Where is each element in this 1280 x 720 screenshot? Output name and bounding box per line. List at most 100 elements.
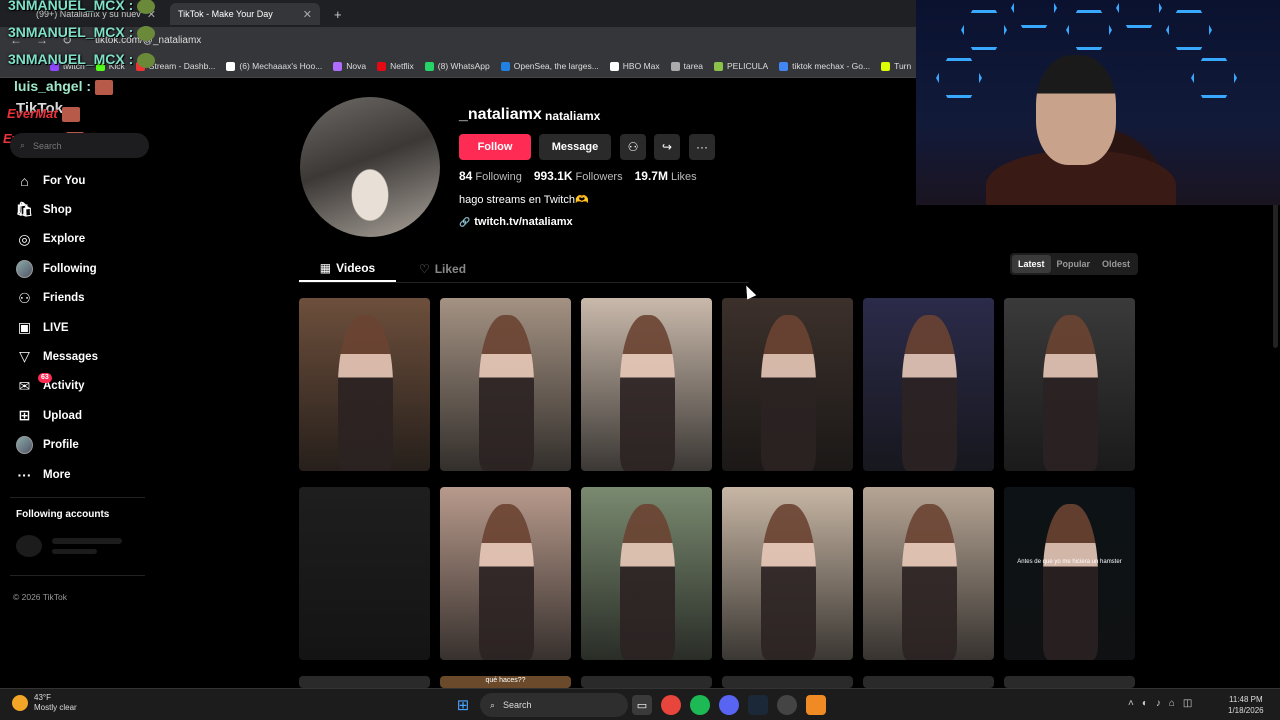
chat-message: 3NMANUEL_MCX : xyxy=(8,51,156,68)
profile-link[interactable]: 🔗 twitch.tv/nataliamx xyxy=(459,216,573,228)
sidebar-item-label: More xyxy=(43,468,71,481)
video-thumbnail[interactable] xyxy=(863,676,994,688)
profile-icon xyxy=(16,436,33,455)
sort-popular[interactable]: Popular xyxy=(1051,255,1097,273)
sort-toggle: Latest Popular Oldest xyxy=(1010,253,1139,275)
bookmark-item[interactable]: Turn xyxy=(881,61,911,71)
bookmark-item[interactable]: HBO Max xyxy=(609,61,660,71)
message-button[interactable]: Message xyxy=(539,134,611,160)
discord-icon[interactable] xyxy=(719,695,739,715)
sidebar-item-profile[interactable]: Profile xyxy=(16,436,79,455)
sidebar-item-label: For You xyxy=(43,174,86,187)
weather-widget[interactable]: 43°F Mostly clear xyxy=(12,693,77,713)
bookmark-item[interactable]: (6) Mechaaax's Hoo... xyxy=(226,61,322,71)
bookmark-item[interactable]: OpenSea, the larges... xyxy=(500,61,599,71)
divider xyxy=(10,575,145,576)
share-icon[interactable]: ↪ xyxy=(654,134,680,160)
steam-icon[interactable] xyxy=(748,695,768,715)
sidebar-item-for-you[interactable]: ⌂ For You xyxy=(16,172,85,189)
bookmark-item[interactable]: Nova xyxy=(333,61,366,71)
video-thumbnail[interactable] xyxy=(722,676,853,688)
video-thumbnail[interactable] xyxy=(299,676,430,688)
search-icon: ⌕ xyxy=(490,699,496,710)
home-icon: ⌂ xyxy=(20,172,29,189)
video-thumbnail[interactable] xyxy=(440,487,571,660)
bookmark-item[interactable]: (8) WhatsApp xyxy=(424,61,490,71)
sort-oldest[interactable]: Oldest xyxy=(1096,255,1136,273)
shop-icon: 🛍 xyxy=(15,201,34,218)
profile-bio: hago streams en Twitch🫶 xyxy=(459,194,589,206)
system-tray[interactable]: ˄◐♪⌂◫ xyxy=(1128,698,1200,709)
app-icon[interactable] xyxy=(806,695,826,715)
bookmark-favicon-icon xyxy=(226,61,236,71)
avatar-icon xyxy=(16,259,33,278)
search-input[interactable]: ⌕ Search xyxy=(10,133,149,158)
video-thumbnail[interactable] xyxy=(299,487,430,660)
sidebar-item-messages[interactable]: ▽ Messages xyxy=(16,348,98,365)
sidebar-item-shop[interactable]: 🛍 Shop xyxy=(16,201,72,218)
followers-count[interactable]: 993.1K Followers xyxy=(534,169,623,183)
bookmark-item[interactable]: tiktok mechax - Go... xyxy=(779,61,870,71)
follow-button[interactable]: Follow xyxy=(459,134,531,160)
chat-message: 3NMANUEL_MCX : xyxy=(8,24,156,41)
sidebar-item-label: Shop xyxy=(43,203,72,216)
clock[interactable]: 11:48 PM 1/18/2026 xyxy=(1228,694,1264,716)
bookmark-item[interactable]: tarea xyxy=(670,61,703,71)
profile-avatar[interactable] xyxy=(300,97,440,237)
sidebar-item-label: Messages xyxy=(43,350,98,363)
suggested-accounts-icon[interactable]: ⚇ xyxy=(620,134,646,160)
video-thumbnail[interactable] xyxy=(863,298,994,471)
sidebar-item-more[interactable]: ··· More xyxy=(16,466,71,483)
task-view-icon[interactable]: ▭ xyxy=(632,695,652,715)
notification-badge: 63 xyxy=(38,372,52,383)
friends-icon: ⚇ xyxy=(18,289,31,306)
sidebar-item-label: Friends xyxy=(43,292,85,305)
video-thumbnail[interactable] xyxy=(722,298,853,471)
sidebar-item-friends[interactable]: ⚇ Friends xyxy=(16,289,85,307)
sidebar-item-upload[interactable]: ⊞ Upload xyxy=(16,407,82,424)
live-icon: ▣ xyxy=(17,319,32,335)
bookmark-favicon-icon xyxy=(500,61,510,71)
video-thumbnail[interactable]: qué haces?? xyxy=(440,676,571,688)
tab-liked[interactable]: ♡ Liked xyxy=(405,256,480,282)
more-options-icon[interactable]: ··· xyxy=(689,134,715,160)
start-icon[interactable]: ⊞ xyxy=(453,695,473,715)
webcam-overlay xyxy=(916,0,1280,205)
sidebar-item-live[interactable]: ▣ LIVE xyxy=(16,319,69,336)
sidebar-item-label: Explore xyxy=(43,233,86,246)
tab-videos[interactable]: ▦ Videos xyxy=(299,256,396,282)
video-thumbnail[interactable] xyxy=(722,487,853,660)
video-thumbnail[interactable] xyxy=(1004,298,1135,471)
video-thumbnail[interactable] xyxy=(299,298,430,471)
video-thumbnail[interactable] xyxy=(863,487,994,660)
obs-icon[interactable] xyxy=(777,695,797,715)
sidebar-item-label: Following xyxy=(43,262,97,275)
browser-tab-active[interactable]: TikTok - Make Your Day ✕ xyxy=(170,3,320,25)
close-tab-icon[interactable]: ✕ xyxy=(303,8,312,21)
bookmark-favicon-icon xyxy=(714,61,724,71)
video-thumbnail[interactable] xyxy=(1004,676,1135,688)
new-tab-button[interactable]: + xyxy=(326,3,350,25)
following-count[interactable]: 84 Following xyxy=(459,169,522,183)
chat-message: luis_ahgel : xyxy=(14,78,114,95)
profile-username: _nataliamx xyxy=(459,106,542,123)
activity-icon: ✉ 63 xyxy=(16,372,52,395)
video-thumbnail[interactable] xyxy=(440,298,571,471)
bookmark-item[interactable]: PELICULA xyxy=(714,61,768,71)
sidebar-item-explore[interactable]: ◎ Explore xyxy=(16,231,85,248)
chat-message: EverMat xyxy=(7,106,80,123)
video-thumbnail[interactable] xyxy=(581,487,712,660)
video-thumbnail[interactable] xyxy=(581,298,712,471)
sort-latest[interactable]: Latest xyxy=(1012,255,1051,273)
account-skeleton-avatar xyxy=(16,535,42,557)
video-thumbnail[interactable]: Antes de que yo me hiciera un hamster xyxy=(1004,487,1135,660)
bookmark-item[interactable]: Netflix xyxy=(377,61,414,71)
taskbar-search[interactable]: ⌕ Search xyxy=(480,693,628,717)
video-thumbnail[interactable] xyxy=(581,676,712,688)
profile-stats: 84 Following 993.1K Followers 19.7M Likes xyxy=(459,169,697,183)
sidebar-item-activity[interactable]: ✉ 63 Activity xyxy=(16,372,85,395)
link-icon: 🔗 xyxy=(459,217,471,227)
sidebar-item-following[interactable]: Following xyxy=(16,259,97,278)
spotify-icon[interactable] xyxy=(690,695,710,715)
chrome-icon[interactable] xyxy=(661,695,681,715)
